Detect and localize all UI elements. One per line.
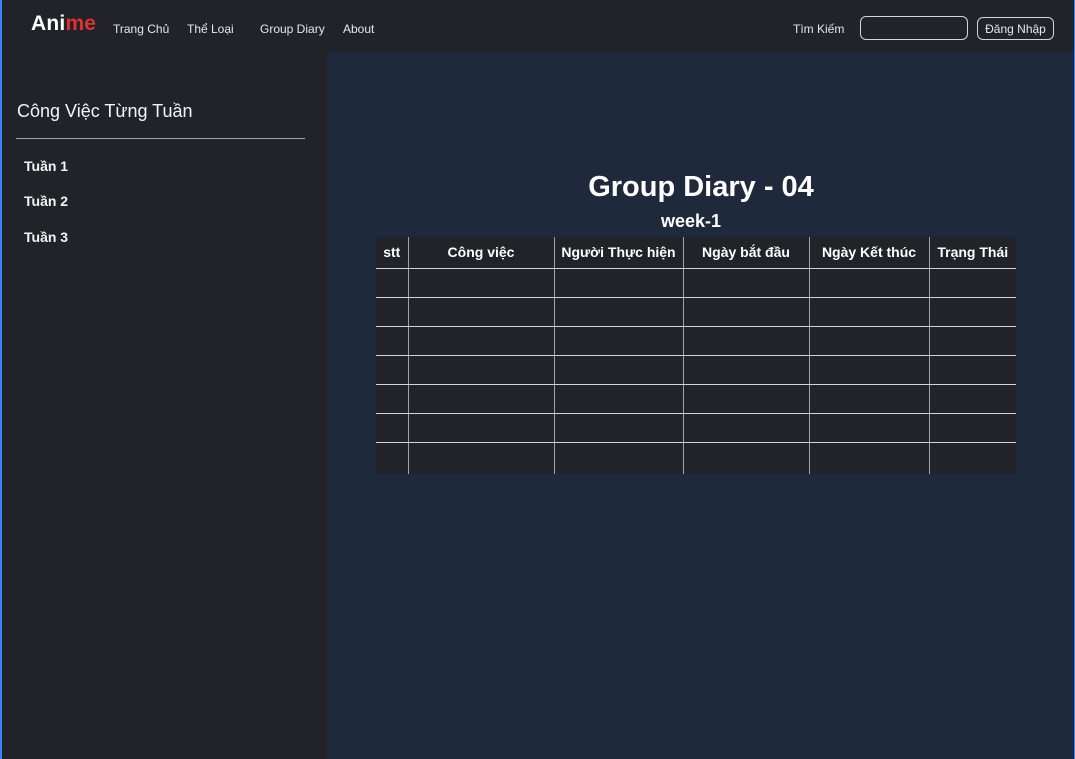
table-row <box>376 413 1016 443</box>
table-cell <box>808 326 929 356</box>
table-cell <box>407 355 554 385</box>
nav-link-group-diary[interactable]: Group Diary <box>260 22 325 36</box>
table-cell <box>928 297 1016 327</box>
sidebar-item-week-1[interactable]: Tuần 1 <box>24 158 68 174</box>
page-title: Group Diary - 04 <box>588 171 814 203</box>
diary-table: stt Công việc Người Thực hiện Ngày bắt đ… <box>376 237 1016 474</box>
sidebar-item-week-2[interactable]: Tuần 2 <box>24 193 68 209</box>
table-cell <box>682 268 809 298</box>
logo-text-accent: me <box>65 12 97 35</box>
table-cell <box>376 297 408 327</box>
table-row <box>376 326 1016 356</box>
table-cell <box>808 297 929 327</box>
table-cell <box>808 384 929 414</box>
table-cell <box>928 413 1016 443</box>
nav-link-home[interactable]: Trang Chủ <box>113 22 169 36</box>
table-cell <box>808 413 929 443</box>
search-input[interactable] <box>860 16 968 40</box>
page-subtitle: week-1 <box>660 211 722 231</box>
table-cell <box>376 413 408 443</box>
table-cell <box>553 384 683 414</box>
table-cell <box>682 355 809 385</box>
table-cell <box>928 326 1016 356</box>
column-header-stt: stt <box>376 237 408 269</box>
nav-link-about[interactable]: About <box>343 22 374 36</box>
table-cell <box>928 384 1016 414</box>
search-label: Tìm Kiếm <box>793 22 845 36</box>
table-row <box>376 384 1016 414</box>
table-header-row: stt Công việc Người Thực hiện Ngày bắt đ… <box>376 237 1016 269</box>
table-body <box>376 268 1016 474</box>
table-cell <box>407 268 554 298</box>
table-cell <box>376 355 408 385</box>
nav-link-genres[interactable]: Thể Loại <box>187 22 234 36</box>
table-cell <box>928 268 1016 298</box>
column-header-end-date: Ngày Kết thúc <box>808 237 929 269</box>
table-row <box>376 268 1016 298</box>
table-cell <box>553 413 683 443</box>
table-cell <box>376 268 408 298</box>
table-cell <box>808 442 929 474</box>
logo-text-primary: Ani <box>31 12 66 35</box>
table-cell <box>808 268 929 298</box>
table-row <box>376 442 1016 474</box>
table-cell <box>407 413 554 443</box>
table-cell <box>407 384 554 414</box>
table-cell <box>553 297 683 327</box>
table-cell <box>808 355 929 385</box>
table-row <box>376 355 1016 385</box>
table-cell <box>682 442 809 474</box>
table-cell <box>928 355 1016 385</box>
sidebar-title: Công Việc Từng Tuần <box>17 101 193 121</box>
table-cell <box>553 355 683 385</box>
column-header-assignee: Người Thực hiện <box>553 237 683 269</box>
table-cell <box>682 413 809 443</box>
table-cell <box>553 326 683 356</box>
table-cell <box>682 384 809 414</box>
table-cell <box>376 442 408 474</box>
sidebar-item-week-3[interactable]: Tuần 3 <box>24 229 68 245</box>
sidebar-divider <box>16 138 305 139</box>
logo[interactable]: Anime <box>31 12 96 36</box>
login-button[interactable]: Đăng Nhập <box>977 17 1054 40</box>
table-cell <box>376 326 408 356</box>
table-cell <box>553 442 683 474</box>
table-cell <box>407 442 554 474</box>
column-header-task: Công việc <box>407 237 554 269</box>
column-header-start-date: Ngày bắt đầu <box>682 237 809 269</box>
table-row <box>376 297 1016 327</box>
table-cell <box>407 297 554 327</box>
table-cell <box>682 297 809 327</box>
top-navbar: Anime Trang Chủ Thể Loại Group Diary Abo… <box>2 0 1074 52</box>
table-cell <box>682 326 809 356</box>
column-header-status: Trạng Thái <box>928 237 1016 269</box>
table-cell <box>553 268 683 298</box>
table-cell <box>376 384 408 414</box>
table-cell <box>407 326 554 356</box>
table-cell <box>928 442 1016 474</box>
sidebar: Công Việc Từng Tuần Tuần 1 Tuần 2 Tuần 3 <box>2 52 327 759</box>
